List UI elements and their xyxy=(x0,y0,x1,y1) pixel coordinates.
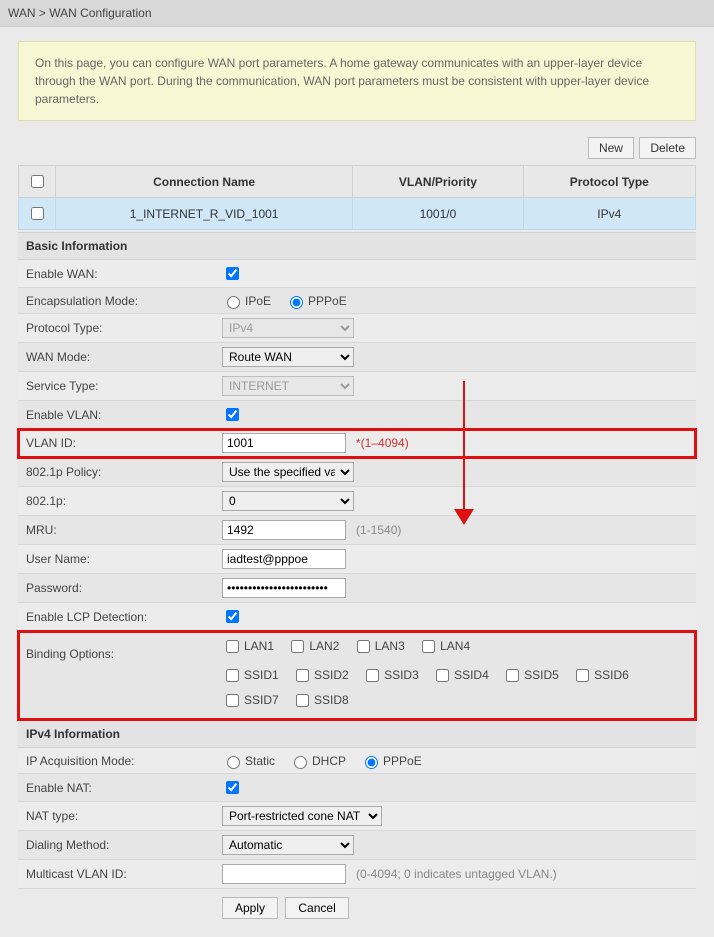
label-mru: MRU: xyxy=(18,518,218,542)
encap-pppoe-radio[interactable] xyxy=(290,296,303,309)
vlan-id-hint: *(1–4094) xyxy=(356,436,409,450)
label-password: Password: xyxy=(18,576,218,600)
label-8021p-policy: 802.1p Policy: xyxy=(18,460,218,484)
mru-input[interactable] xyxy=(222,520,346,540)
cell-vlan-priority: 1001/0 xyxy=(353,198,523,230)
binding-lan3-checkbox[interactable] xyxy=(357,640,370,653)
label-protocol-type: Protocol Type: xyxy=(18,316,218,340)
ipacq-pppoe-radio[interactable] xyxy=(365,756,378,769)
binding-ssid1-checkbox[interactable] xyxy=(226,669,239,682)
lcp-checkbox[interactable] xyxy=(226,610,239,623)
encap-ipoe-radio[interactable] xyxy=(227,296,240,309)
section-basic-info: Basic Information xyxy=(18,232,696,260)
label-binding-options: Binding Options: xyxy=(18,631,218,666)
ipacq-static-radio[interactable] xyxy=(227,756,240,769)
binding-lan2-checkbox[interactable] xyxy=(291,640,304,653)
label-enable-wan: Enable WAN: xyxy=(18,262,218,286)
label-ip-acquisition: IP Acquisition Mode: xyxy=(18,749,218,773)
label-enable-nat: Enable NAT: xyxy=(18,776,218,800)
binding-ssid8-checkbox[interactable] xyxy=(296,694,309,707)
dot1p-policy-select[interactable]: Use the specified value xyxy=(222,462,354,482)
binding-ssid7-checkbox[interactable] xyxy=(226,694,239,707)
dot1p-select[interactable]: 0 xyxy=(222,491,354,511)
connection-table: Connection Name VLAN/Priority Protocol T… xyxy=(18,165,696,230)
protocol-type-select[interactable]: IPv4 xyxy=(222,318,354,338)
label-service-type: Service Type: xyxy=(18,374,218,398)
binding-ssid5-checkbox[interactable] xyxy=(506,669,519,682)
password-input[interactable] xyxy=(222,578,346,598)
col-connection-name: Connection Name xyxy=(56,166,353,198)
username-input[interactable] xyxy=(222,549,346,569)
binding-ssid2-checkbox[interactable] xyxy=(296,669,309,682)
label-nat-type: NAT type: xyxy=(18,804,218,828)
binding-lan1-checkbox[interactable] xyxy=(226,640,239,653)
row-checkbox[interactable] xyxy=(31,207,44,220)
wan-mode-select[interactable]: Route WAN xyxy=(222,347,354,367)
binding-ssid4-checkbox[interactable] xyxy=(436,669,449,682)
label-username: User Name: xyxy=(18,547,218,571)
label-multicast-vlan: Multicast VLAN ID: xyxy=(18,862,218,886)
table-row[interactable]: 1_INTERNET_R_VID_1001 1001/0 IPv4 xyxy=(19,198,696,230)
select-all-checkbox[interactable] xyxy=(31,175,44,188)
binding-lan4-checkbox[interactable] xyxy=(422,640,435,653)
label-vlan-id: VLAN ID: xyxy=(18,431,218,455)
nat-type-select[interactable]: Port-restricted cone NAT xyxy=(222,806,382,826)
mru-hint: (1-1540) xyxy=(356,523,401,537)
multicast-vlan-hint: (0-4094; 0 indicates untagged VLAN.) xyxy=(356,867,557,881)
binding-ssid6-checkbox[interactable] xyxy=(576,669,589,682)
breadcrumb: WAN > WAN Configuration xyxy=(0,0,714,27)
multicast-vlan-input[interactable] xyxy=(222,864,346,884)
label-8021p: 802.1p: xyxy=(18,489,218,513)
cell-protocol-type: IPv4 xyxy=(523,198,695,230)
ipacq-dhcp-radio[interactable] xyxy=(294,756,307,769)
enable-wan-checkbox[interactable] xyxy=(226,267,239,280)
enable-nat-checkbox[interactable] xyxy=(226,781,239,794)
service-type-select[interactable]: INTERNET xyxy=(222,376,354,396)
label-wan-mode: WAN Mode: xyxy=(18,345,218,369)
dialing-method-select[interactable]: Automatic xyxy=(222,835,354,855)
info-banner: On this page, you can configure WAN port… xyxy=(18,41,696,121)
label-enable-vlan: Enable VLAN: xyxy=(18,403,218,427)
section-ipv4-info: IPv4 Information xyxy=(18,720,696,748)
vlan-id-input[interactable] xyxy=(222,433,346,453)
label-dialing-method: Dialing Method: xyxy=(18,833,218,857)
binding-ssid3-checkbox[interactable] xyxy=(366,669,379,682)
col-protocol-type: Protocol Type xyxy=(523,166,695,198)
new-button[interactable]: New xyxy=(588,137,634,159)
cell-connection-name: 1_INTERNET_R_VID_1001 xyxy=(56,198,353,230)
apply-button[interactable]: Apply xyxy=(222,897,278,919)
col-vlan-priority: VLAN/Priority xyxy=(353,166,523,198)
cancel-button[interactable]: Cancel xyxy=(285,897,348,919)
label-encapsulation: Encapsulation Mode: xyxy=(18,289,218,313)
label-lcp-detection: Enable LCP Detection: xyxy=(18,605,218,629)
delete-button[interactable]: Delete xyxy=(639,137,696,159)
enable-vlan-checkbox[interactable] xyxy=(226,408,239,421)
